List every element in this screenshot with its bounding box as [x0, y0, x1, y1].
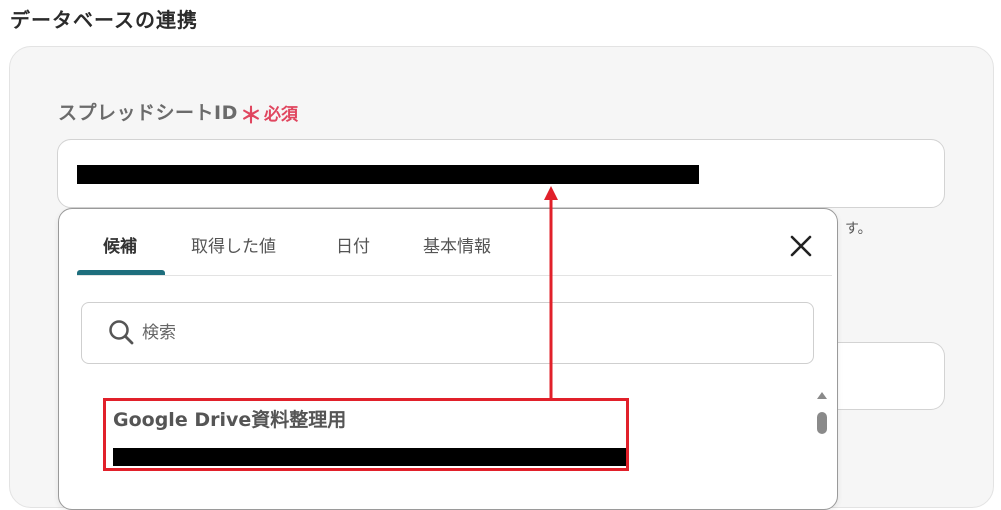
tab-divider [77, 275, 832, 276]
next-field-input[interactable] [836, 342, 945, 410]
required-asterisk: ＊ [240, 104, 263, 129]
annotation-highlight-box [103, 398, 629, 471]
tab-basic-info[interactable]: 基本情報 [423, 232, 491, 257]
tab-date[interactable]: 日付 [336, 232, 370, 257]
spreadsheet-id-label: スプレッドシートID [58, 102, 238, 124]
required-label: 必須 [264, 105, 298, 125]
triangle-up-icon[interactable] [817, 392, 827, 399]
field-hint-text: す。 [845, 221, 872, 237]
tab-retrieved-values[interactable]: 取得した値 [191, 232, 276, 257]
section-title: データベースの連携 [10, 8, 198, 32]
search-icon [107, 318, 135, 346]
redacted-value [77, 165, 699, 184]
search-input[interactable] [142, 322, 642, 344]
close-icon[interactable] [786, 231, 816, 261]
scrollbar-thumb[interactable] [817, 412, 827, 434]
tab-candidates[interactable]: 候補 [103, 232, 137, 257]
